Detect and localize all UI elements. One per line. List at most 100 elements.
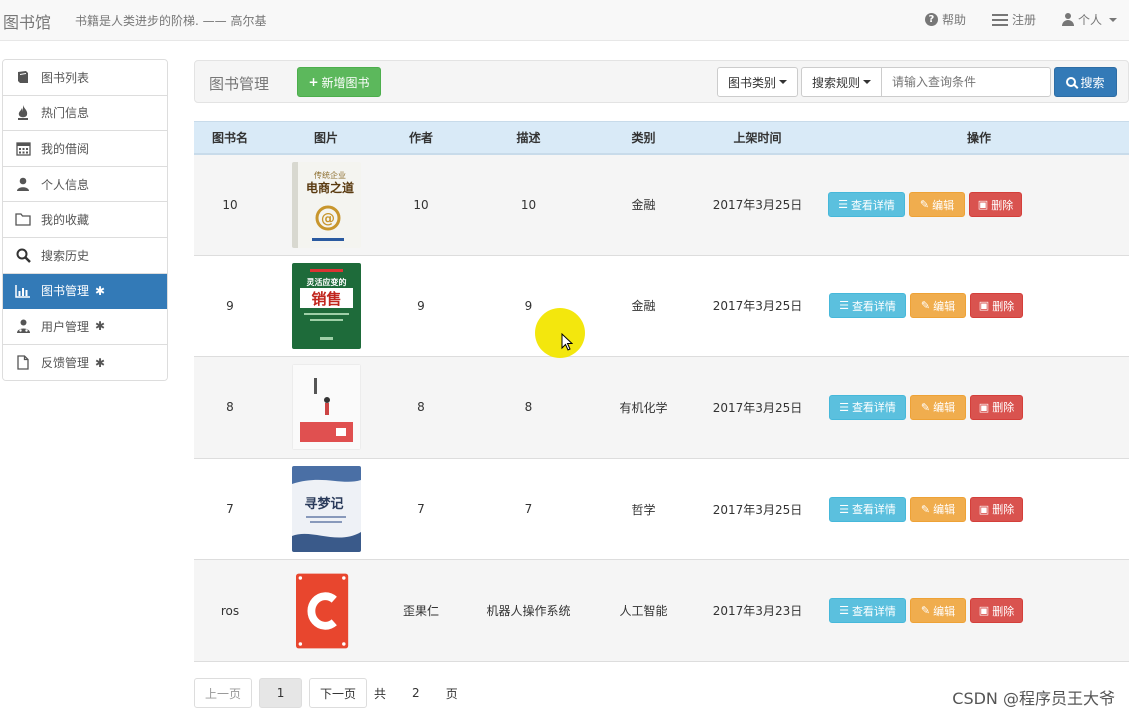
sidebar-item-book-list[interactable]: 图书列表: [3, 60, 167, 96]
sidebar-item-label: 图书管理: [41, 284, 90, 299]
help-link[interactable]: ? 帮助: [924, 11, 966, 28]
search-button[interactable]: 搜索: [1054, 67, 1117, 97]
view-detail-label: 查看详情: [851, 401, 896, 415]
book-cover-image[interactable]: 灵活应变的 销售: [291, 262, 361, 349]
sidebar-item-hot-info[interactable]: 热门信息: [3, 95, 167, 132]
col-header-actions: 操作: [829, 121, 1129, 155]
category-dropdown[interactable]: 图书类别: [717, 67, 798, 97]
book-name: 8: [194, 356, 266, 459]
trash-icon: ▣: [978, 400, 990, 414]
personal-dropdown[interactable]: 个人: [1061, 11, 1117, 28]
book-category: 哲学: [601, 458, 686, 561]
edit-label: 编辑: [933, 503, 956, 517]
current-page-button[interactable]: 1: [259, 678, 303, 708]
sidebar-item-label: 个人信息: [41, 177, 90, 192]
sidebar-item-feedback-management[interactable]: 反馈管理 ✱: [3, 344, 167, 381]
user-icon: [15, 176, 31, 192]
total-pages: 2: [412, 686, 420, 700]
cursor-highlight: [535, 308, 585, 358]
sidebar-item-favorites[interactable]: 我的收藏: [3, 202, 167, 238]
next-page-button[interactable]: 下一页: [309, 678, 368, 708]
edit-button[interactable]: ✎ 编辑: [909, 192, 965, 218]
book-cover-image[interactable]: [291, 364, 361, 451]
trash-icon: ▣: [978, 604, 990, 618]
search-input[interactable]: [881, 67, 1051, 97]
add-book-button[interactable]: + 新增图书: [297, 67, 381, 97]
sidebar-item-user-management[interactable]: 用户管理 ✱: [3, 309, 167, 345]
view-detail-label: 查看详情: [851, 604, 896, 618]
personal-label: 个人: [1077, 13, 1102, 27]
table-row: 7 寻梦记 7 7 哲学 2017年3月25日 ☰ 查看详情 ✎ 编辑 ▣ 删除: [194, 458, 1129, 561]
top-navbar: 图书馆 书籍是人类进步的阶梯. —— 高尔基 ? 帮助 注册 个人: [0, 0, 1129, 41]
chevron-down-icon: [779, 80, 787, 84]
list-icon: ☰: [839, 604, 849, 618]
sidebar-item-book-management[interactable]: 图书管理 ✱: [3, 273, 167, 310]
motto-text: 书籍是人类进步的阶梯. —— 高尔基: [75, 14, 267, 28]
book-cover-image[interactable]: [296, 568, 356, 654]
table-row: 8 8 8 有机化学 2017年3月25日 ☰ 查看详情 ✎ 编辑 ▣ 删除: [194, 356, 1129, 459]
delete-label: 删除: [992, 503, 1015, 517]
view-detail-button[interactable]: ☰ 查看详情: [829, 496, 906, 522]
book-name: 10: [194, 153, 266, 256]
edit-button[interactable]: ✎ 编辑: [910, 496, 966, 522]
book-cover-image[interactable]: 寻梦记: [291, 466, 361, 553]
mouse-pointer-icon: [561, 333, 573, 351]
table-row: ros 歪果仁 机器人操作系统 人工智能 2017年3月23日 ☰ 查看详情 ✎…: [194, 559, 1129, 662]
delete-button[interactable]: ▣ 删除: [969, 192, 1022, 218]
delete-label: 删除: [992, 401, 1015, 415]
edit-icon: ✎: [920, 299, 931, 313]
col-header-image: 图片: [266, 121, 386, 155]
col-header-category: 类别: [601, 121, 686, 155]
users-icon: [15, 318, 31, 334]
view-detail-button[interactable]: ☰ 查看详情: [829, 394, 906, 420]
plus-icon: +: [308, 75, 319, 89]
view-detail-label: 查看详情: [851, 299, 896, 313]
total-prefix: 共: [374, 686, 387, 701]
book-icon: [15, 69, 31, 85]
edit-button[interactable]: ✎ 编辑: [910, 598, 966, 624]
delete-button[interactable]: ▣ 删除: [970, 496, 1023, 522]
view-detail-button[interactable]: ☰ 查看详情: [829, 293, 906, 319]
gear-icon: ✱: [95, 319, 106, 334]
sidebar-item-label: 反馈管理: [41, 356, 90, 371]
brand-title[interactable]: 图书馆: [3, 9, 51, 33]
edit-button[interactable]: ✎ 编辑: [910, 394, 966, 420]
gear-icon: ✱: [95, 283, 106, 298]
view-detail-button[interactable]: ☰ 查看详情: [828, 192, 905, 218]
prev-page-button[interactable]: 上一页: [194, 678, 253, 708]
question-icon: ?: [924, 13, 938, 26]
sidebar: 图书列表 热门信息 我的借阅 个人信息 我的收藏 搜索历史 图书管理 ✱ 用户管…: [2, 59, 168, 382]
edit-button[interactable]: ✎ 编辑: [910, 293, 966, 319]
book-author: 9: [386, 255, 456, 358]
table-header-row: 图书名 图片 作者 描述 类别 上架时间 操作: [194, 121, 1129, 155]
sidebar-item-profile[interactable]: 个人信息: [3, 166, 167, 203]
book-category: 金融: [601, 255, 686, 358]
cover-line2: 销售: [311, 290, 341, 308]
add-book-label: 新增图书: [321, 75, 370, 90]
gear-icon: ✱: [95, 355, 106, 370]
toolbar: 图书管理 + 新增图书 图书类别 搜索规则 搜索: [194, 60, 1129, 103]
search-rule-dropdown[interactable]: 搜索规则: [801, 67, 882, 97]
book-category: 有机化学: [601, 356, 686, 459]
view-detail-label: 查看详情: [851, 503, 896, 517]
book-cover-image[interactable]: 传统企业 电商之道 @: [291, 161, 361, 248]
edit-icon: ✎: [920, 400, 931, 414]
book-author: 7: [386, 458, 456, 561]
sidebar-item-label: 我的借阅: [41, 141, 90, 156]
sidebar-item-my-borrow[interactable]: 我的借阅: [3, 131, 167, 167]
delete-button[interactable]: ▣ 删除: [970, 598, 1023, 624]
delete-label: 删除: [991, 198, 1014, 212]
book-date: 2017年3月25日: [686, 458, 829, 561]
book-description: 10: [456, 153, 601, 256]
book-date: 2017年3月25日: [686, 153, 829, 256]
view-detail-button[interactable]: ☰ 查看详情: [829, 598, 906, 624]
sidebar-item-search-history[interactable]: 搜索历史: [3, 237, 167, 274]
delete-button[interactable]: ▣ 删除: [970, 394, 1023, 420]
sidebar-item-label: 热门信息: [41, 106, 90, 121]
delete-button[interactable]: ▣ 删除: [970, 293, 1023, 319]
register-link[interactable]: 注册: [991, 11, 1036, 28]
total-suffix: 页: [445, 686, 458, 701]
search-rule-label: 搜索规则: [811, 75, 860, 90]
register-label: 注册: [1011, 13, 1036, 27]
col-header-author: 作者: [386, 121, 456, 155]
